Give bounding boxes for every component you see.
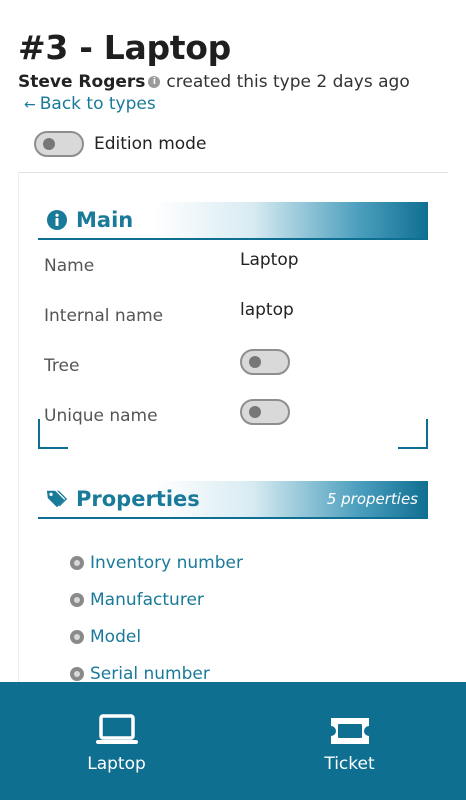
author-name[interactable]: Steve Rogers <box>18 72 145 92</box>
property-bullet-icon <box>70 629 84 644</box>
nav-item-laptop[interactable]: Laptop <box>0 682 233 800</box>
type-detail-page: #3 - Laptop Steve Rogers i created this … <box>0 0 466 800</box>
property-name: Serial number <box>90 663 210 684</box>
property-name: Inventory number <box>90 552 243 573</box>
creation-meta: Steve Rogers i created this type 2 days … <box>18 72 410 92</box>
field-value-name: Laptop <box>240 250 299 270</box>
page-title: #3 - Laptop <box>18 28 231 67</box>
ticket-icon <box>328 712 372 746</box>
field-label-tree: Tree <box>44 356 80 376</box>
info-icon[interactable]: i <box>148 76 161 88</box>
back-to-types-link[interactable]: ← Back to types <box>24 94 156 114</box>
tags-icon <box>46 488 68 510</box>
field-value-internal-name: laptop <box>240 300 294 320</box>
property-bullet-icon <box>70 666 84 681</box>
nav-item-ticket[interactable]: Ticket <box>233 682 466 800</box>
laptop-icon <box>95 712 139 746</box>
properties-count: 5 properties <box>326 490 418 508</box>
header-divider <box>18 172 448 173</box>
properties-list: Inventory number Manufacturer Model Seri… <box>70 544 243 692</box>
back-link-label: Back to types <box>39 94 156 114</box>
toggle-knob <box>43 138 55 150</box>
property-name: Manufacturer <box>90 589 204 610</box>
arrow-left-icon: ← <box>24 97 36 113</box>
edition-mode-control: Edition mode <box>34 131 206 157</box>
info-circle-icon <box>46 209 68 231</box>
section-corner-right <box>398 419 428 449</box>
property-item-inventory-number[interactable]: Inventory number <box>70 544 243 581</box>
main-section-heading: Main <box>76 208 134 232</box>
section-corner-left <box>38 419 68 449</box>
property-item-model[interactable]: Model <box>70 618 243 655</box>
edition-mode-label: Edition mode <box>94 134 207 154</box>
property-name: Model <box>90 626 142 647</box>
edition-mode-toggle[interactable] <box>34 131 84 157</box>
property-item-manufacturer[interactable]: Manufacturer <box>70 581 243 618</box>
field-label-name: Name <box>44 256 95 276</box>
nav-label: Ticket <box>324 754 375 774</box>
properties-section-header: Properties 5 properties <box>38 481 428 519</box>
main-section-header: Main <box>38 202 428 240</box>
toggle-knob <box>249 356 261 368</box>
nav-label: Laptop <box>87 754 146 774</box>
toggle-knob <box>249 406 261 418</box>
field-label-internal-name: Internal name <box>44 306 164 326</box>
properties-section-heading: Properties <box>76 487 200 511</box>
property-bullet-icon <box>70 555 84 570</box>
property-bullet-icon <box>70 592 84 607</box>
unique-name-toggle[interactable] <box>240 399 290 425</box>
tree-toggle[interactable] <box>240 349 290 375</box>
content-left-border <box>18 172 19 682</box>
bottom-nav: Laptop Ticket <box>0 682 466 800</box>
created-text: created this type 2 days ago <box>166 72 410 92</box>
